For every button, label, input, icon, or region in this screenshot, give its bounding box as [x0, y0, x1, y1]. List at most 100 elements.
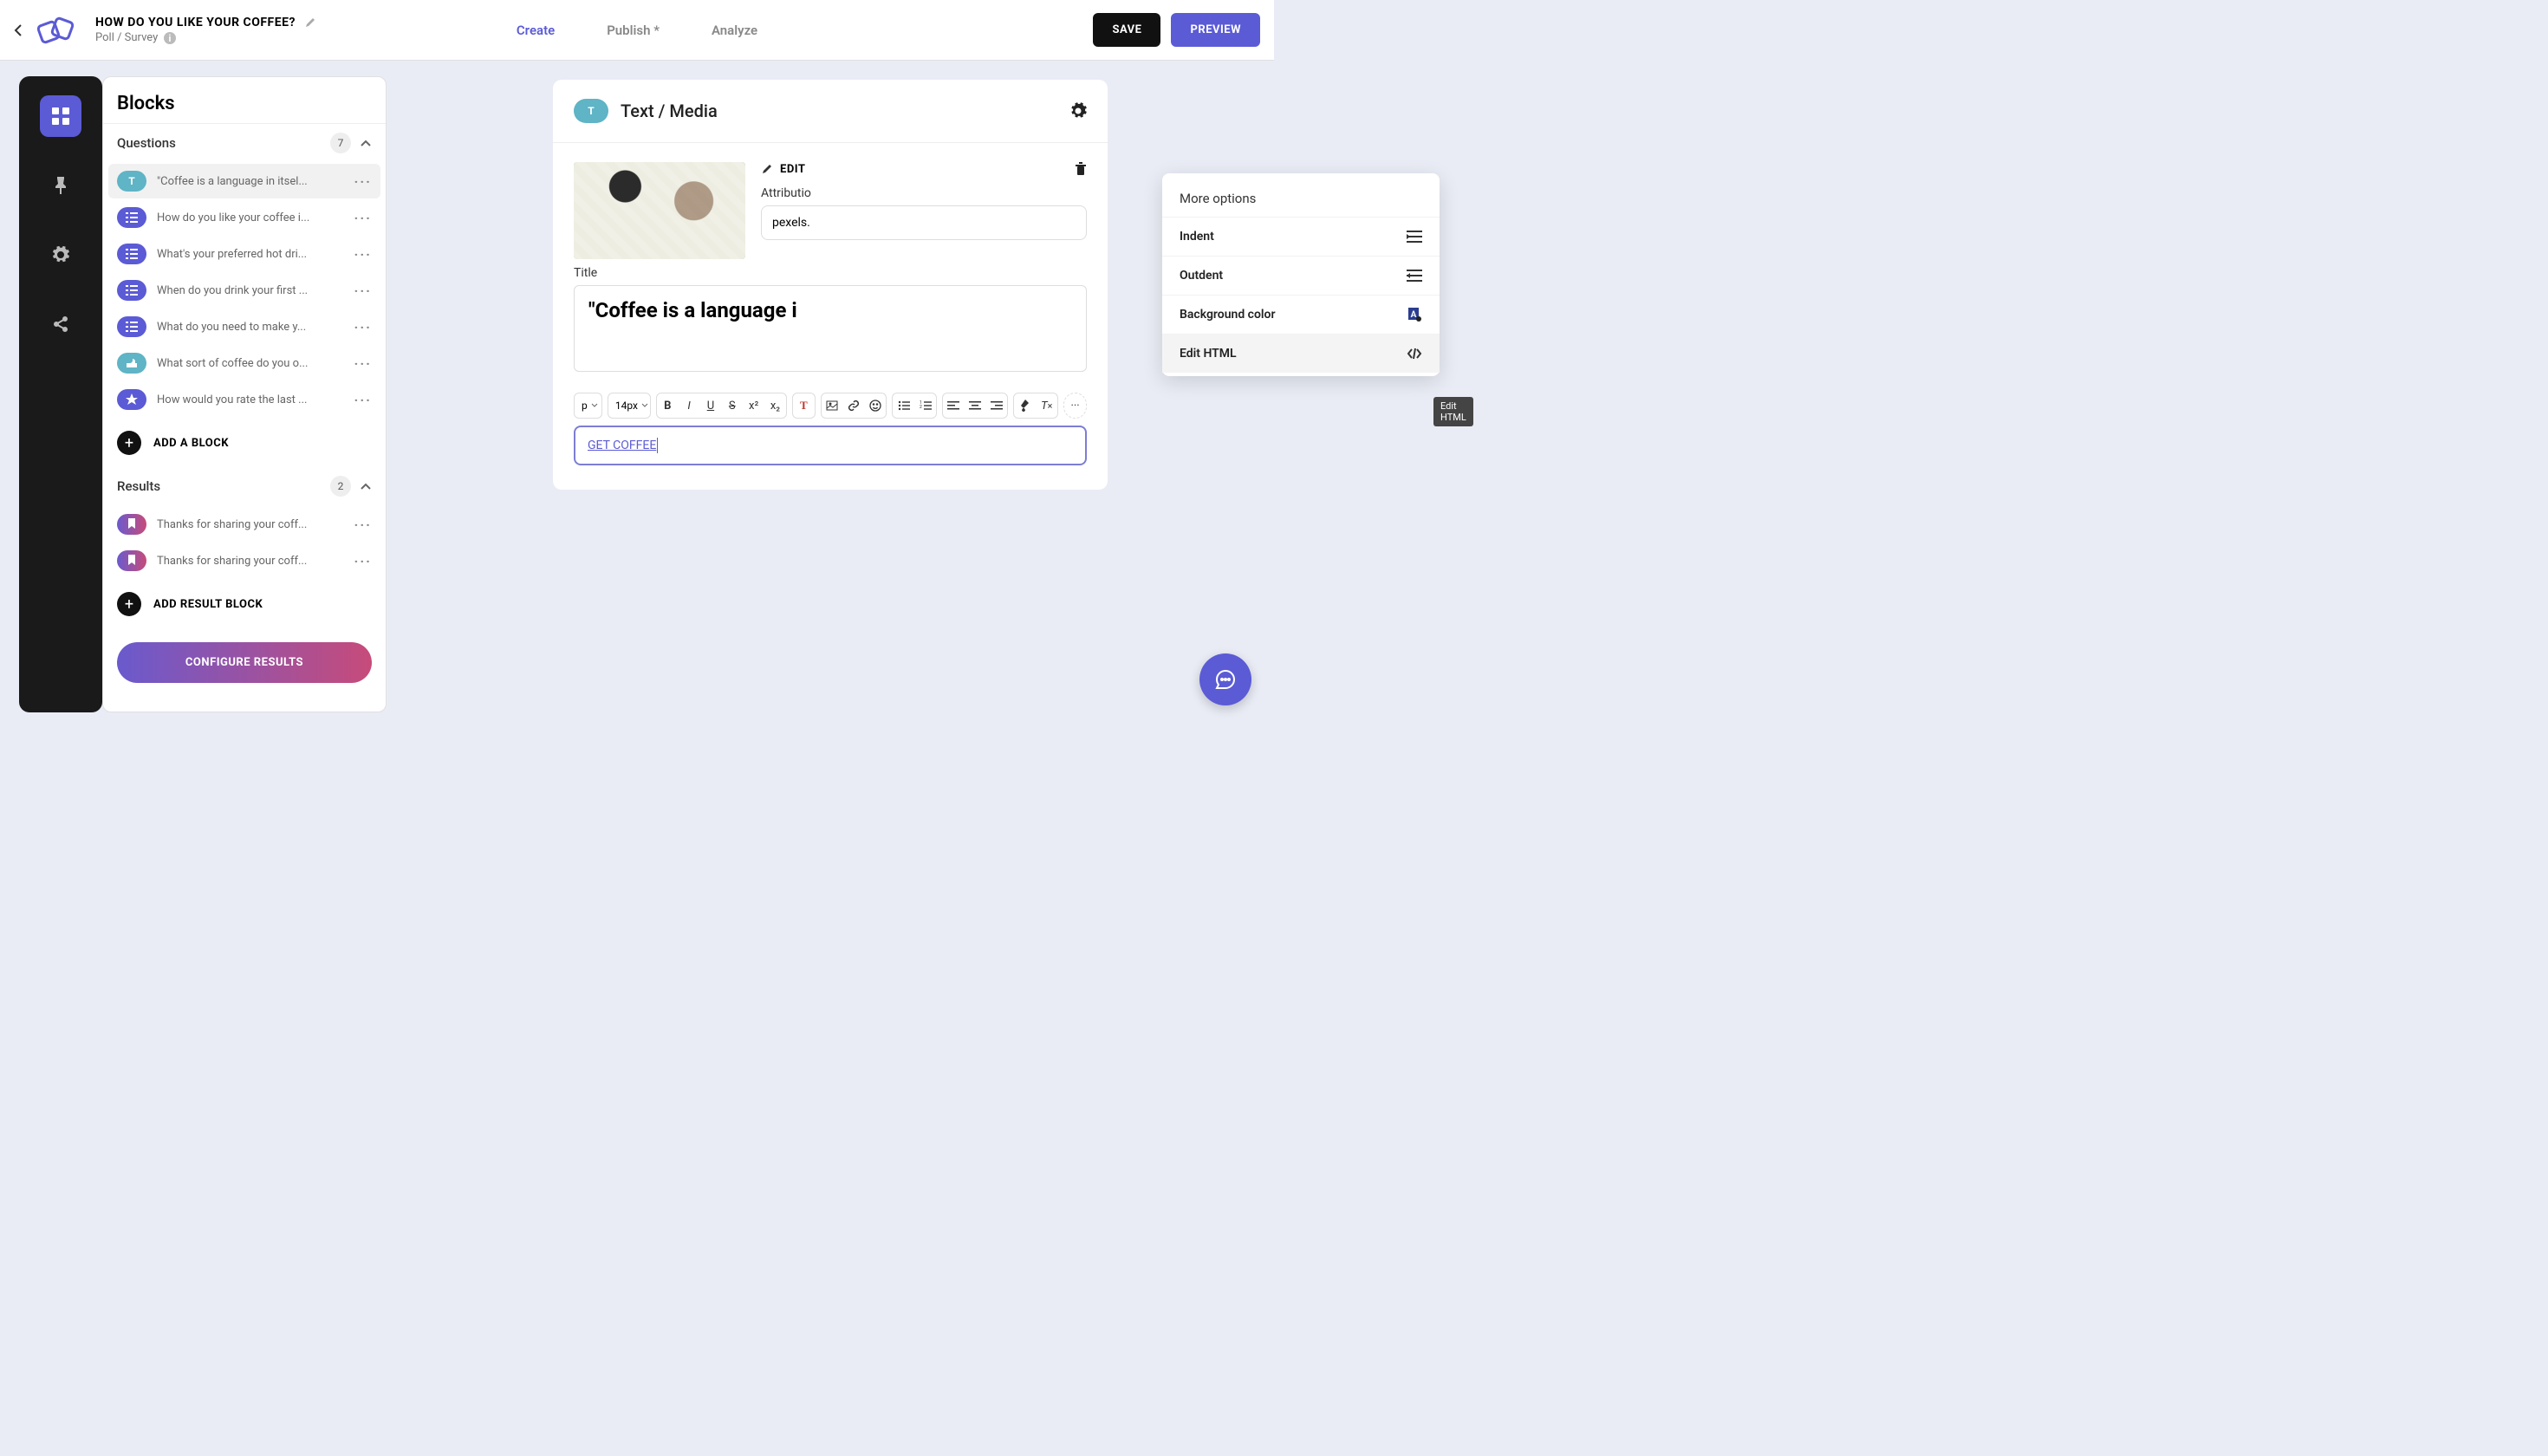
- add-result-button[interactable]: + ADD RESULT BLOCK: [103, 580, 386, 628]
- font-size-select[interactable]: 14px: [608, 400, 651, 412]
- rail-blocks-icon[interactable]: [40, 95, 81, 137]
- item-menu-icon[interactable]: ···: [354, 246, 372, 263]
- plus-icon: +: [117, 592, 141, 616]
- align-center-button[interactable]: [965, 393, 986, 419]
- svg-text:A: A: [1411, 310, 1417, 320]
- clear-format-button[interactable]: T×: [1036, 393, 1057, 419]
- block-type-label: Text / Media: [621, 101, 718, 121]
- block-type-pill: T: [574, 99, 608, 123]
- question-item[interactable]: What sort of coffee do you o... ···: [108, 346, 380, 380]
- bg-color-icon: A: [1407, 308, 1422, 322]
- question-item[interactable]: What's your preferred hot dri... ···: [108, 237, 380, 271]
- underline-button[interactable]: U: [700, 393, 722, 419]
- emoji-button[interactable]: [864, 393, 886, 419]
- top-bar: HOW DO YOU LIKE YOUR COFFEE? Poll / Surv…: [0, 0, 1274, 61]
- configure-results-button[interactable]: CONFIGURE RESULTS: [117, 642, 372, 683]
- item-menu-icon[interactable]: ···: [354, 173, 372, 190]
- title-label: Title: [574, 266, 1087, 280]
- preview-button[interactable]: PREVIEW: [1171, 13, 1260, 47]
- delete-media-icon[interactable]: [1075, 162, 1087, 176]
- bold-button[interactable]: B: [657, 393, 679, 419]
- paint-button[interactable]: [1014, 393, 1036, 419]
- item-menu-icon[interactable]: ···: [354, 319, 372, 335]
- block-type-pill: [117, 244, 146, 264]
- rail-settings-icon[interactable]: [40, 234, 81, 276]
- align-right-button[interactable]: [986, 393, 1008, 419]
- rail-share-icon[interactable]: [40, 303, 81, 345]
- indent-icon: [1407, 231, 1422, 243]
- outdent-icon: [1407, 270, 1422, 282]
- tab-publish[interactable]: Publish *: [607, 23, 660, 38]
- code-icon: [1407, 348, 1422, 360]
- result-item[interactable]: Thanks for sharing your coff... ···: [108, 543, 380, 578]
- chevron-up-icon: [360, 482, 372, 491]
- main-tabs: Create Publish * Analyze: [517, 23, 757, 38]
- question-item[interactable]: How do you like your coffee i... ···: [108, 200, 380, 235]
- more-options-popover: More options Indent Outdent Background c…: [1162, 173, 1440, 376]
- ordered-list-button[interactable]: 12: [914, 393, 936, 419]
- block-type-pill: [117, 353, 146, 374]
- tab-create[interactable]: Create: [517, 23, 555, 38]
- media-thumbnail[interactable]: [574, 162, 745, 259]
- svg-text:2: 2: [920, 405, 922, 410]
- rich-text-toolbar: p 14px B I U S x² x₂ T: [574, 393, 1087, 419]
- item-menu-icon[interactable]: ···: [354, 283, 372, 299]
- chat-fab[interactable]: [1199, 653, 1251, 705]
- project-info: HOW DO YOU LIKE YOUR COFFEE? Poll / Surv…: [95, 16, 316, 45]
- item-menu-icon[interactable]: ···: [354, 392, 372, 408]
- item-menu-icon[interactable]: ···: [354, 553, 372, 569]
- block-type-pill: [117, 389, 146, 410]
- tab-analyze[interactable]: Analyze: [712, 23, 757, 38]
- question-item[interactable]: What do you need to make y... ···: [108, 309, 380, 344]
- italic-button[interactable]: I: [679, 393, 700, 419]
- panel-title: Blocks: [103, 77, 386, 123]
- add-block-button[interactable]: + ADD A BLOCK: [103, 419, 386, 467]
- logo-icon[interactable]: [35, 13, 80, 48]
- block-type-pill: [117, 280, 146, 301]
- outdent-option[interactable]: Outdent: [1162, 256, 1440, 295]
- block-type-pill: [117, 207, 146, 228]
- item-menu-icon[interactable]: ···: [354, 517, 372, 533]
- paragraph-select[interactable]: p: [575, 400, 602, 412]
- edit-html-option[interactable]: Edit HTML: [1162, 334, 1440, 373]
- blocks-panel: Blocks Questions 7 T "Coffee is a langua…: [102, 76, 387, 712]
- result-item[interactable]: Thanks for sharing your coff... ···: [108, 507, 380, 542]
- more-options-button[interactable]: ···: [1064, 393, 1086, 419]
- background-color-option[interactable]: Background color A: [1162, 295, 1440, 334]
- results-section-header[interactable]: Results 2: [103, 467, 386, 505]
- link-button[interactable]: [843, 393, 865, 419]
- text-color-button[interactable]: T: [793, 393, 815, 419]
- question-item[interactable]: When do you drink your first ... ···: [108, 273, 380, 308]
- edit-title-icon[interactable]: [304, 16, 316, 29]
- question-item[interactable]: How would you rate the last ... ···: [108, 382, 380, 417]
- align-left-button[interactable]: [943, 393, 965, 419]
- item-menu-icon[interactable]: ···: [354, 355, 372, 372]
- results-count-badge: 2: [330, 476, 351, 497]
- block-type-pill: [117, 550, 146, 571]
- indent-option[interactable]: Indent: [1162, 217, 1440, 256]
- superscript-button[interactable]: x²: [743, 393, 764, 419]
- editor-card: T Text / Media EDIT: [553, 80, 1108, 490]
- rail-pin-icon[interactable]: [40, 165, 81, 206]
- item-menu-icon[interactable]: ···: [354, 210, 372, 226]
- info-icon[interactable]: i: [163, 31, 177, 45]
- save-button[interactable]: SAVE: [1093, 13, 1160, 47]
- image-button[interactable]: [822, 393, 843, 419]
- questions-count-badge: 7: [330, 133, 351, 153]
- chevron-up-icon: [360, 139, 372, 147]
- block-settings-icon[interactable]: [1069, 102, 1087, 120]
- project-subtitle: Poll / Survey: [95, 31, 158, 44]
- questions-section-header[interactable]: Questions 7: [103, 124, 386, 162]
- bullet-list-button[interactable]: [893, 393, 914, 419]
- question-item[interactable]: T "Coffee is a language in itsel... ···: [108, 164, 380, 198]
- plus-icon: +: [117, 431, 141, 455]
- attribution-input[interactable]: [761, 205, 1087, 240]
- strike-button[interactable]: S: [721, 393, 743, 419]
- title-input[interactable]: "Coffee is a language i: [574, 285, 1087, 372]
- description-input[interactable]: GET COFFEE: [574, 426, 1087, 465]
- subscript-button[interactable]: x₂: [764, 393, 786, 419]
- back-chevron-icon[interactable]: [14, 23, 31, 37]
- edit-media-button[interactable]: EDIT: [761, 162, 805, 176]
- block-type-pill: [117, 514, 146, 535]
- svg-text:i: i: [169, 33, 172, 44]
